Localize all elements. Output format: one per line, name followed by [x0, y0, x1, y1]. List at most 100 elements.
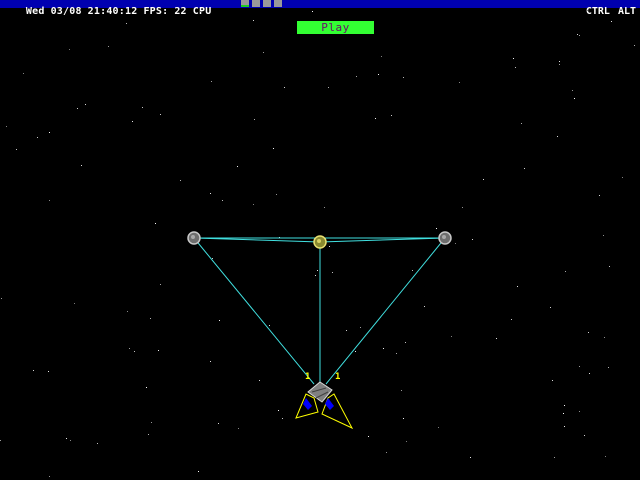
star	[49, 132, 50, 133]
star	[424, 306, 425, 307]
star	[218, 423, 219, 424]
ship-label-right: 1	[335, 372, 340, 382]
star	[559, 61, 560, 62]
star	[564, 426, 565, 427]
star	[23, 73, 24, 74]
star	[74, 303, 75, 304]
star	[587, 10, 588, 11]
star	[355, 351, 356, 352]
star	[462, 207, 463, 208]
star	[386, 452, 387, 453]
star	[198, 471, 199, 472]
star	[579, 411, 580, 412]
star	[77, 108, 78, 109]
star	[33, 370, 34, 371]
star	[160, 284, 161, 285]
star	[81, 165, 82, 166]
star	[273, 148, 274, 149]
star	[346, 330, 347, 331]
star	[524, 168, 525, 169]
star	[438, 427, 439, 428]
star	[579, 35, 580, 36]
star	[436, 228, 437, 229]
star	[496, 338, 497, 339]
ship-right-wing	[321, 393, 354, 430]
star	[160, 114, 161, 115]
star	[69, 49, 70, 50]
star	[455, 243, 456, 244]
star	[312, 11, 313, 12]
star	[253, 204, 254, 205]
star	[470, 457, 471, 458]
star	[108, 46, 109, 47]
star	[381, 56, 382, 57]
star	[559, 64, 560, 65]
tether-line	[193, 237, 315, 385]
star	[219, 320, 220, 321]
star	[588, 332, 589, 333]
star	[276, 194, 277, 195]
play-button[interactable]: Play	[297, 21, 374, 34]
star	[284, 87, 285, 88]
star	[391, 115, 392, 116]
star	[401, 390, 402, 391]
star	[396, 353, 397, 354]
star	[126, 23, 127, 24]
star	[472, 239, 473, 240]
star	[210, 193, 211, 194]
star	[158, 350, 159, 351]
star	[584, 435, 585, 436]
star	[608, 367, 609, 368]
star	[1, 298, 2, 299]
star	[97, 443, 98, 444]
star	[511, 319, 512, 320]
star	[565, 271, 566, 272]
star	[328, 87, 329, 88]
star	[127, 311, 128, 312]
star	[16, 149, 17, 150]
star	[383, 348, 384, 349]
star	[148, 434, 149, 435]
star	[406, 441, 407, 442]
star	[269, 325, 270, 326]
star	[603, 235, 604, 236]
gray-sphere-icon	[187, 231, 201, 245]
star	[254, 119, 255, 120]
star	[134, 351, 135, 352]
tether-line	[319, 237, 446, 243]
tether-lines	[193, 237, 446, 385]
star	[403, 418, 404, 419]
star	[550, 307, 551, 308]
star	[451, 336, 452, 337]
star	[552, 380, 553, 381]
star	[589, 373, 590, 374]
star	[557, 136, 558, 137]
star	[329, 246, 330, 247]
star	[360, 327, 361, 328]
star	[238, 428, 239, 429]
star	[483, 179, 484, 180]
star	[611, 21, 612, 22]
star	[368, 436, 369, 437]
star	[263, 52, 264, 53]
star	[609, 266, 610, 267]
star	[324, 207, 325, 208]
star	[180, 180, 181, 181]
star	[375, 118, 376, 119]
star	[70, 440, 71, 441]
star	[49, 476, 50, 477]
star	[129, 348, 130, 349]
star	[253, 20, 254, 21]
star	[554, 457, 555, 458]
star	[317, 270, 318, 271]
star	[459, 82, 460, 83]
yellow-sphere-icon	[313, 235, 327, 249]
star	[604, 337, 605, 338]
star	[37, 137, 38, 138]
star	[151, 422, 152, 423]
star	[200, 11, 201, 12]
star	[513, 58, 514, 59]
star	[577, 34, 578, 35]
star	[405, 342, 406, 343]
ship-left-thruster	[303, 398, 312, 410]
